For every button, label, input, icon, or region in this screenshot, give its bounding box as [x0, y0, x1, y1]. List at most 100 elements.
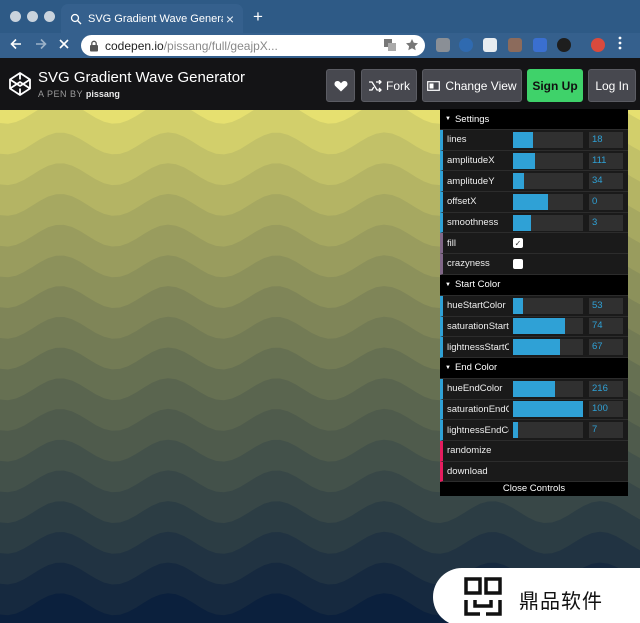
slider-fill — [513, 173, 525, 190]
value-input[interactable]: 53 — [589, 297, 623, 314]
value-input[interactable]: 18 — [589, 131, 623, 148]
slider-track[interactable] — [513, 152, 583, 169]
extension-icon[interactable] — [459, 38, 473, 52]
folder-start-color[interactable]: ▼ Start Color — [440, 274, 628, 296]
new-tab-button[interactable]: + — [253, 7, 263, 27]
watermark-badge: 鼎品软件 — [433, 568, 640, 623]
fill-checkbox-row[interactable]: fill ✓ — [440, 233, 628, 255]
address-bar[interactable]: codepen.io/pissang/full/geajpX... — [81, 35, 425, 56]
caret-down-icon: ▼ — [445, 116, 451, 122]
browser-tab[interactable]: SVG Gradient Wave Generator × — [61, 4, 243, 33]
control-label: smoothness — [447, 217, 499, 229]
change-view-button[interactable]: Change View — [422, 69, 522, 102]
extension-icon[interactable] — [533, 38, 547, 52]
forward-arrow-icon[interactable] — [34, 37, 48, 55]
control-label: amplitudeY — [447, 175, 495, 187]
control-label: amplitudeX — [447, 155, 495, 167]
crazyness-checkbox-row[interactable]: crazyness — [440, 254, 628, 275]
slider-row-amplitudex[interactable]: amplitudeX 111 — [440, 150, 628, 172]
download-button[interactable]: download — [440, 461, 628, 483]
value-input[interactable]: 7 — [589, 422, 623, 439]
value-input[interactable]: 3 — [589, 214, 623, 231]
heart-button[interactable] — [326, 69, 355, 102]
slider-track[interactable] — [513, 339, 583, 356]
slider-track[interactable] — [513, 214, 583, 231]
slider-track[interactable] — [513, 380, 583, 397]
value-input[interactable]: 34 — [589, 173, 623, 190]
value-input[interactable]: 111 — [589, 152, 623, 169]
slider-track[interactable] — [513, 131, 583, 148]
codepen-logo-icon[interactable] — [8, 70, 32, 98]
fill-checkbox[interactable]: ✓ — [513, 238, 523, 249]
slider-fill — [513, 401, 583, 418]
profile-avatar[interactable] — [591, 38, 605, 52]
slider-row-amplitudey[interactable]: amplitudeY 34 — [440, 171, 628, 193]
pen-author-link[interactable]: pissang — [86, 89, 120, 99]
window-minimize-dot[interactable] — [27, 11, 38, 22]
control-label: hueEndColor — [447, 383, 503, 395]
window-close-dot[interactable] — [10, 11, 21, 22]
value-input[interactable]: 74 — [589, 318, 623, 335]
log-in-button[interactable]: Log In — [588, 69, 636, 102]
control-label: saturationStartColor — [447, 320, 509, 332]
slider-fill — [513, 297, 523, 314]
value-input[interactable]: 100 — [589, 401, 623, 418]
slider-fill — [513, 339, 560, 356]
slider-row-huestartcolor[interactable]: hueStartColor 53 — [440, 295, 628, 317]
slider-row-lines[interactable]: lines 18 — [440, 130, 628, 151]
pen-title: SVG Gradient Wave Generator — [38, 69, 246, 86]
extension-icon[interactable] — [508, 38, 522, 52]
value-input[interactable]: 67 — [589, 339, 623, 356]
slider-fill — [513, 131, 534, 148]
slider-track[interactable] — [513, 422, 583, 439]
slider-track[interactable] — [513, 193, 583, 210]
fork-button[interactable]: Fork — [361, 69, 417, 102]
slider-fill — [513, 318, 565, 335]
watermark-text: 鼎品软件 — [519, 591, 603, 613]
tab-close-icon[interactable]: × — [223, 11, 237, 27]
slider-row-offsetx[interactable]: offsetX 0 — [440, 192, 628, 213]
tab-favicon-icon — [69, 12, 83, 26]
url-host: codepen.io — [105, 38, 164, 53]
slider-fill — [513, 214, 531, 231]
caret-down-icon: ▼ — [445, 281, 451, 288]
slider-row-saturationstartcolor[interactable]: saturationStartColor 74 — [440, 316, 628, 338]
slider-row-hueendcolor[interactable]: hueEndColor 216 — [440, 378, 628, 400]
heart-icon — [334, 80, 347, 91]
slider-track[interactable] — [513, 297, 583, 314]
extension-icon[interactable] — [557, 38, 571, 52]
fork-icon — [369, 79, 382, 92]
slider-fill — [513, 380, 555, 397]
slider-track[interactable] — [513, 401, 583, 418]
lock-icon — [89, 40, 99, 52]
sign-up-button[interactable]: Sign Up — [527, 69, 583, 102]
control-label: offsetX — [447, 196, 477, 208]
app-root: SVG Gradient Wave Generator × + codepen.… — [0, 0, 640, 623]
control-label: saturationEndColor — [447, 403, 509, 415]
slider-track[interactable] — [513, 173, 583, 190]
randomize-button[interactable]: randomize — [440, 440, 628, 462]
value-input[interactable]: 0 — [589, 193, 623, 210]
close-controls-button[interactable]: Close Controls — [440, 482, 628, 497]
extension-icon[interactable] — [483, 38, 497, 52]
folder-end-color[interactable]: ▼ End Color — [440, 357, 628, 379]
slider-row-smoothness[interactable]: smoothness 3 — [440, 212, 628, 234]
slider-row-lightnessendcolor[interactable]: lightnessEndColor 7 — [440, 420, 628, 441]
kebab-menu-icon[interactable] — [618, 36, 622, 54]
slider-fill — [513, 152, 536, 169]
translate-icon[interactable] — [383, 38, 397, 55]
folder-settings[interactable]: ▼ Settings — [440, 109, 628, 130]
crazyness-checkbox[interactable] — [513, 258, 523, 269]
slider-row-saturationendcolor[interactable]: saturationEndColor 100 — [440, 399, 628, 421]
window-zoom-dot[interactable] — [44, 11, 55, 22]
slider-fill — [513, 422, 518, 439]
value-input[interactable]: 216 — [589, 380, 623, 397]
tab-title: SVG Gradient Wave Generator — [88, 12, 223, 25]
layout-icon — [427, 80, 441, 91]
extension-icon[interactable] — [436, 38, 450, 52]
back-arrow-icon[interactable] — [9, 37, 23, 55]
slider-track[interactable] — [513, 318, 583, 335]
slider-row-lightnessstartcolor[interactable]: lightnessStartColor 67 — [440, 337, 628, 358]
bookmark-star-icon[interactable] — [405, 38, 419, 55]
stop-icon[interactable] — [58, 37, 70, 54]
